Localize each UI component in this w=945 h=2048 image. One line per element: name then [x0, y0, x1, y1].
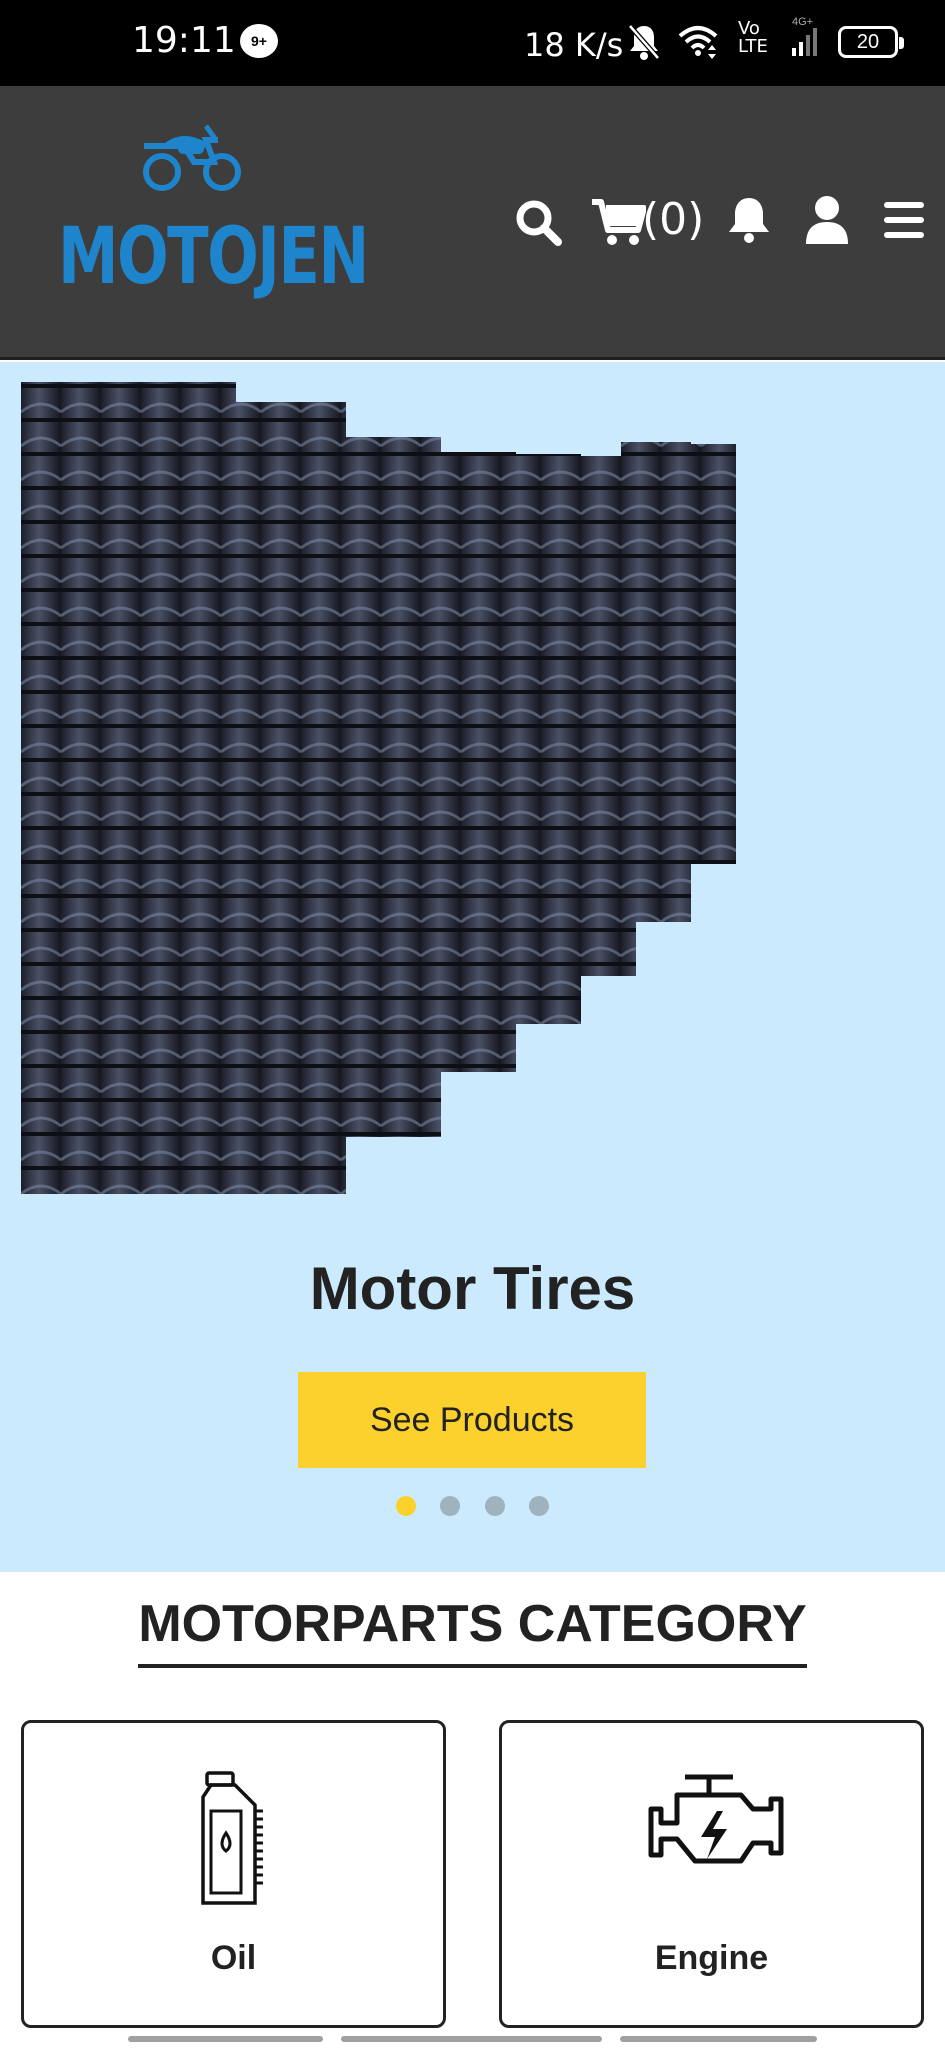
slider-dot-2[interactable] — [440, 1496, 461, 1516]
signal-icon — [792, 28, 817, 56]
motojen-logo[interactable]: MOTOJEN — [58, 124, 369, 304]
user-icon[interactable] — [804, 194, 850, 246]
cart-icon[interactable] — [590, 196, 646, 248]
oil-bottle-icon — [200, 1771, 263, 1905]
wifi-icon — [678, 26, 718, 59]
logo-wordmark: MOTOJEN — [58, 212, 369, 302]
hero-slider[interactable]: Motor Tires See Products — [0, 362, 945, 1572]
slider-dot-3[interactable] — [484, 1496, 505, 1516]
mute-bell-icon — [628, 24, 660, 60]
carousel-indicator-1 — [128, 2036, 323, 2042]
tires-image — [21, 382, 736, 1194]
status-time: 19:11 — [132, 20, 236, 61]
category-label-oil: Oil — [210, 1939, 257, 1977]
site-header: MOTOJEN (0) — [0, 86, 945, 360]
motorcycle-icon — [143, 124, 241, 191]
category-heading: MOTORPARTS CATEGORY — [0, 1594, 945, 1668]
network-speed: 18 K/s — [524, 26, 624, 64]
hero-title: Motor Tires — [309, 1255, 636, 1322]
message-notification-icon: 9+ — [240, 24, 278, 58]
carousel-indicator-2 — [341, 2036, 602, 2042]
category-title: MOTORPARTS CATEGORY — [138, 1594, 807, 1668]
menu-icon[interactable] — [882, 198, 926, 242]
battery-icon: 20 — [838, 26, 904, 58]
category-card-oil[interactable]: Oil — [21, 1720, 446, 2028]
slider-dot-1[interactable] — [395, 1496, 416, 1516]
slider-dot-4[interactable] — [529, 1496, 550, 1516]
engine-icon — [648, 1774, 783, 1864]
see-products-button[interactable]: See Products — [298, 1372, 646, 1468]
volte-indicator: Vo LTE — [738, 18, 768, 57]
category-card-engine[interactable]: Engine — [499, 1720, 924, 2028]
slider-dots — [0, 1496, 945, 1521]
search-icon[interactable] — [514, 198, 564, 248]
bell-icon[interactable] — [726, 194, 772, 244]
category-label-engine: Engine — [654, 1939, 769, 1977]
cart-count[interactable]: (0) — [642, 194, 704, 245]
status-bar: 19:11 9+ 18 K/s Vo LTE 4G+ 20 — [0, 0, 945, 86]
carousel-indicator-3 — [620, 2036, 817, 2042]
